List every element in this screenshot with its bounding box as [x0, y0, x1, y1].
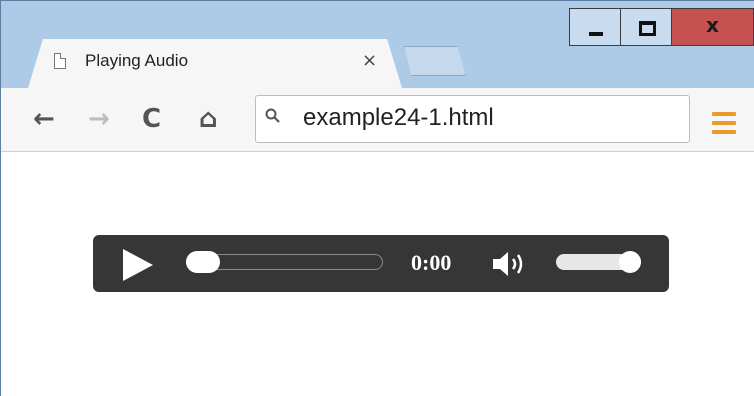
new-tab-button[interactable] [404, 46, 466, 76]
seek-thumb[interactable] [186, 251, 220, 273]
tab-title: Playing Audio [85, 51, 189, 70]
menu-icon[interactable] [712, 112, 736, 139]
close-window-button[interactable]: x [672, 8, 754, 46]
page-icon [54, 53, 66, 69]
close-icon: x [706, 13, 719, 37]
search-icon [265, 108, 280, 123]
back-arrow-icon[interactable]: ← [33, 104, 55, 134]
minimize-button[interactable] [569, 8, 621, 46]
tab-close-button[interactable]: × [362, 50, 377, 71]
address-text[interactable]: example24-1.html [303, 104, 494, 132]
time-display: 0:00 [411, 250, 452, 275]
reload-icon[interactable]: C [142, 104, 161, 134]
maximize-button[interactable] [620, 8, 672, 46]
play-icon[interactable] [123, 249, 153, 281]
volume-thumb[interactable] [619, 251, 641, 273]
volume-icon[interactable] [491, 249, 531, 279]
home-icon[interactable]: ⌂ [199, 104, 218, 134]
forward-arrow-icon[interactable]: → [88, 104, 110, 134]
